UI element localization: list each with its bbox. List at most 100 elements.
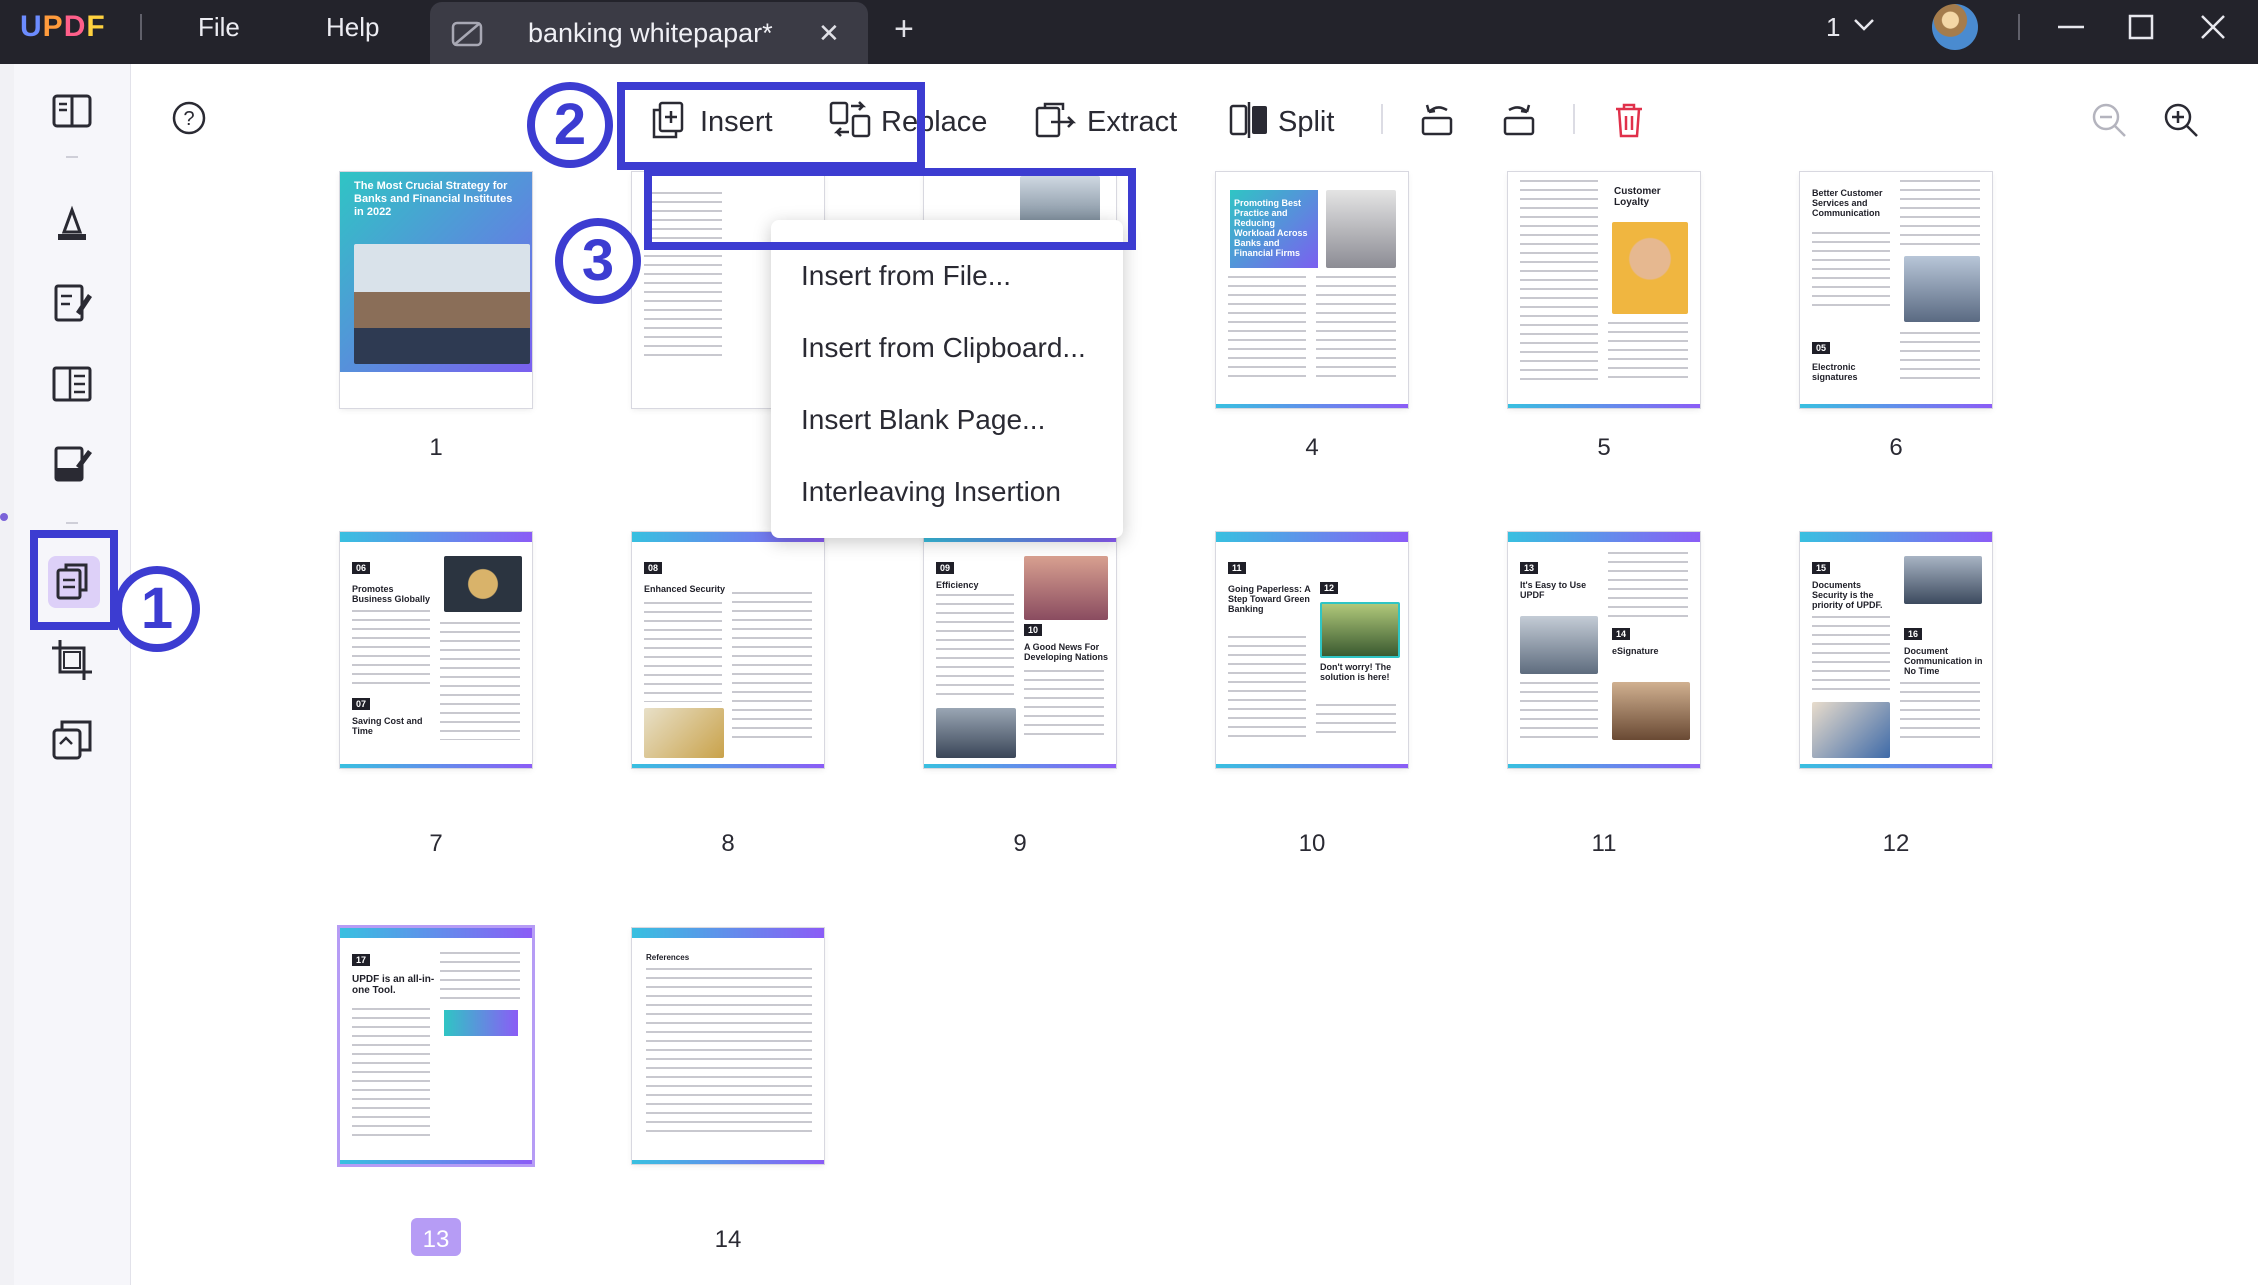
page-label-9: 9 xyxy=(1013,830,1027,857)
avatar[interactable] xyxy=(1932,4,1978,50)
page-header-bar xyxy=(1216,532,1408,542)
text-block xyxy=(732,592,812,742)
split-label: Split xyxy=(1278,106,1335,138)
text-block xyxy=(352,1008,430,1138)
text-block xyxy=(1608,552,1688,622)
page-photo xyxy=(1520,616,1598,674)
document-tab-title: banking whitepapar* xyxy=(528,18,773,48)
maximize-icon[interactable] xyxy=(2124,10,2158,44)
text-block xyxy=(646,968,812,1138)
page-header-bar xyxy=(632,928,824,938)
cover-title: The Most Crucial Strategy for Banks and … xyxy=(354,180,513,218)
reader-icon[interactable] xyxy=(50,90,94,134)
text-block xyxy=(1520,180,1598,380)
menu-file[interactable]: File xyxy=(198,12,240,43)
page-thumbnail-7[interactable]: 06 Promotes Business Globally 07 Saving … xyxy=(340,532,532,768)
insert-blank-page-item[interactable]: Insert Blank Page... xyxy=(801,404,1045,436)
insert-button-highlight xyxy=(617,82,925,170)
page-label-4: 4 xyxy=(1305,434,1319,461)
page-heading: Efficiency xyxy=(936,580,979,590)
menu-help[interactable]: Help xyxy=(326,12,379,43)
form-icon[interactable] xyxy=(50,362,94,406)
organize-pages-highlight xyxy=(30,530,118,630)
text-block xyxy=(1900,180,1980,250)
zoom-in-icon[interactable] xyxy=(2161,100,2201,140)
split-button[interactable]: Split xyxy=(1228,100,1368,144)
section-number: 08 xyxy=(644,562,663,574)
page-header-bar xyxy=(1508,532,1700,542)
page-thumbnail-10[interactable]: 11 Going Paperless: A Step Toward Green … xyxy=(1216,532,1408,768)
page-thumbnail-4[interactable]: Promoting Best Practice and Reducing Wor… xyxy=(1216,172,1408,408)
section-number: 14 xyxy=(1612,628,1631,640)
section-number: 09 xyxy=(936,562,955,574)
rail-divider xyxy=(66,522,78,524)
text-block xyxy=(1812,616,1890,696)
page-thumbnail-13[interactable]: 17 UPDF is an all-in-one Tool. xyxy=(340,928,532,1164)
page-heading: Better Customer Services and Communicati… xyxy=(1812,188,1883,218)
page-thumbnail-9[interactable]: 09 Efficiency 10 A Good News For Develop… xyxy=(924,532,1116,768)
page-footer-bar xyxy=(1508,404,1700,408)
section-number: 07 xyxy=(352,698,371,710)
page-indicator[interactable]: 1 xyxy=(1826,12,1840,43)
page-photo xyxy=(1612,222,1688,314)
extract-button[interactable]: Extract xyxy=(1033,100,1203,144)
page-header-bar xyxy=(1800,532,1992,542)
page-heading: Electronic signatures xyxy=(1812,362,1858,382)
page-thumbnail-12[interactable]: 15 Documents Security is the priority of… xyxy=(1800,532,1992,768)
rotate-left-icon[interactable] xyxy=(1417,100,1457,140)
zoom-out-icon[interactable] xyxy=(2089,100,2129,140)
text-block xyxy=(1228,636,1306,740)
comment-highlighter-icon[interactable] xyxy=(50,202,94,246)
extract-label: Extract xyxy=(1087,106,1178,138)
step-2-marker: 2 xyxy=(527,82,613,168)
page-label-13: 13 xyxy=(422,1226,450,1253)
page-heading: References xyxy=(646,953,690,962)
crop-icon[interactable] xyxy=(50,638,94,682)
split-icon xyxy=(1229,102,1267,138)
insert-from-file-item[interactable]: Insert from File... xyxy=(801,260,1011,292)
page-footer-bar xyxy=(632,764,824,768)
page-thumbnail-1[interactable]: The Most Crucial Strategy for Banks and … xyxy=(340,172,532,408)
delete-icon[interactable] xyxy=(1611,100,1647,140)
page-photo xyxy=(1320,602,1400,658)
page-label-11: 11 xyxy=(1591,830,1617,857)
page-thumbnail-8[interactable]: 08 Enhanced Security xyxy=(632,532,824,768)
text-block xyxy=(1812,232,1890,306)
rail-indicator-dot xyxy=(0,513,8,521)
text-block xyxy=(1900,332,1980,382)
insert-from-clipboard-item[interactable]: Insert from Clipboard... xyxy=(801,332,1086,364)
page-thumbnail-11[interactable]: 13 It's Easy to Use UPDF 14 eSignature xyxy=(1508,532,1700,768)
text-block xyxy=(1520,682,1598,742)
page-heading: Promoting Best Practice and Reducing Wor… xyxy=(1234,198,1308,258)
text-block xyxy=(440,952,520,1002)
batch-tools-icon[interactable] xyxy=(50,718,94,762)
help-icon[interactable]: ? xyxy=(171,100,207,136)
page-header-bar xyxy=(340,928,532,938)
interleaving-insertion-item[interactable]: Interleaving Insertion xyxy=(801,476,1061,508)
page-footer-bar xyxy=(632,1160,824,1164)
page-heading: Going Paperless: A Step Toward Green Ban… xyxy=(1228,584,1311,614)
section-number: 06 xyxy=(352,562,371,574)
close-tab-icon[interactable]: ✕ xyxy=(818,18,840,49)
rotate-right-icon[interactable] xyxy=(1499,100,1539,140)
chevron-down-icon[interactable] xyxy=(1852,16,1876,34)
document-tab[interactable]: banking whitepapar* ✕ xyxy=(430,2,868,64)
minimize-icon[interactable] xyxy=(2054,10,2088,44)
page-thumbnail-5[interactable]: Customer Loyalty xyxy=(1508,172,1700,408)
page-heading: Customer Loyalty xyxy=(1614,186,1661,208)
page-heading: Document Communication in No Time xyxy=(1904,646,1983,676)
close-window-icon[interactable] xyxy=(2196,10,2230,44)
cta-banner xyxy=(444,1010,518,1036)
page-thumbnail-14[interactable]: References xyxy=(632,928,824,1164)
page-label-6: 6 xyxy=(1889,434,1903,461)
page-label-5: 5 xyxy=(1597,434,1611,461)
edit-pdf-icon[interactable] xyxy=(50,282,94,326)
sign-icon[interactable] xyxy=(50,442,94,486)
section-number: 10 xyxy=(1024,624,1043,636)
page-photo xyxy=(1812,702,1890,758)
page-thumbnail-6[interactable]: Better Customer Services and Communicati… xyxy=(1800,172,1992,408)
cover-photo xyxy=(354,244,530,364)
organize-pages-panel: ? Insert Replace Extract Split The Most … xyxy=(131,64,2258,1285)
page-footer-bar xyxy=(1800,764,1992,768)
add-tab-icon[interactable]: + xyxy=(894,10,914,49)
